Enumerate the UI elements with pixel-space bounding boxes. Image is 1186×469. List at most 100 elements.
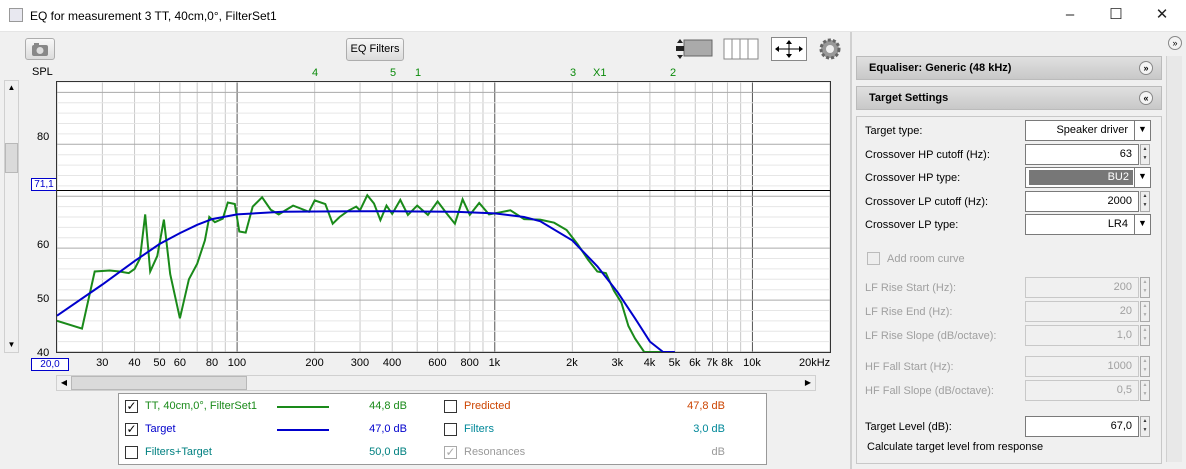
graph-height-icon[interactable] <box>674 37 714 61</box>
measurement-trace <box>56 193 668 353</box>
lf-slope-field[interactable]: 1,0 <box>1025 325 1139 346</box>
hf-slope-label: HF Fall Slope (dB/octave): <box>865 385 994 397</box>
filter-marker: X1 <box>593 67 607 79</box>
hp-cutoff-field[interactable]: 63 <box>1025 144 1139 165</box>
target-level-label: Target Level (dB): <box>865 421 952 433</box>
app-icon <box>9 8 23 22</box>
spl-axis-label: SPL <box>32 66 53 78</box>
y-tick-label: 60 <box>37 239 50 251</box>
camera-icon[interactable] <box>25 38 55 60</box>
lp-cutoff-label: Crossover LP cutoff (Hz): <box>865 196 989 208</box>
equaliser-header[interactable]: Equaliser: Generic (48 kHz) » <box>856 56 1162 80</box>
equaliser-header-label: Equaliser: Generic (48 kHz) <box>869 62 1012 74</box>
plot-svg <box>56 81 831 353</box>
hp-type-value: BU2 <box>1029 170 1133 185</box>
lf-slope-stepper[interactable]: ▲ ▼ <box>1140 325 1150 346</box>
scroll-left-icon[interactable]: ◀ <box>57 376 71 390</box>
legend-swatch-target <box>277 429 329 431</box>
scroll-right-icon[interactable]: ▶ <box>801 376 815 390</box>
window-title: EQ for measurement 3 TT, 40cm,0°, Filter… <box>30 9 277 23</box>
lf-start-field[interactable]: 200 <box>1025 277 1139 298</box>
hp-type-label: Crossover HP type: <box>865 172 961 184</box>
scroll-up-icon[interactable]: ▲ <box>5 81 18 95</box>
filter-marker: 5 <box>390 67 397 79</box>
hp-cutoff-stepper[interactable]: ▲ ▼ <box>1140 144 1150 165</box>
hscroll-thumb[interactable] <box>71 376 247 390</box>
x-tick-label: 7k <box>706 357 718 369</box>
x-tick-label: 40 <box>128 357 141 369</box>
minimize-button[interactable]: – <box>1047 0 1093 31</box>
legend-value-predicted: 47,8 dB <box>687 400 725 412</box>
hf-start-field[interactable]: 1000 <box>1025 356 1139 377</box>
hp-cutoff-label: Crossover HP cutoff (Hz): <box>865 149 990 161</box>
chevron-down-icon[interactable]: ▼ <box>1134 167 1150 188</box>
cursor-y-readout: 71,1 <box>31 178 57 191</box>
legend-panel: ✓ TT, 40cm,0°, FilterSet1 44,8 dB ✓ Targ… <box>118 393 767 465</box>
maximize-button[interactable]: ☐ <box>1093 0 1139 31</box>
lf-end-field[interactable]: 20 <box>1025 301 1139 322</box>
x-tick-label: 50 <box>153 357 166 369</box>
gear-icon[interactable] <box>818 37 842 61</box>
target-type-label: Target type: <box>865 125 923 137</box>
horizontal-scrollbar[interactable]: ◀ ▶ <box>56 375 816 391</box>
legend-checkbox-predicted[interactable] <box>444 400 457 413</box>
column-layout-icon[interactable] <box>722 37 760 61</box>
title-bar: EQ for measurement 3 TT, 40cm,0°, Filter… <box>0 0 1186 32</box>
x-tick-label: 3k <box>611 357 624 369</box>
scroll-thumb[interactable] <box>5 143 18 173</box>
lf-start-stepper[interactable]: ▲ ▼ <box>1140 277 1150 298</box>
x-tick-label: 5k <box>668 357 681 369</box>
target-level-field[interactable]: 67,0 <box>1025 416 1139 437</box>
vertical-scrollbar[interactable]: ▲ ▼ <box>4 80 19 353</box>
collapse-target-icon[interactable]: « <box>1139 91 1153 105</box>
lp-cutoff-stepper[interactable]: ▲ ▼ <box>1140 191 1150 212</box>
legend-checkbox-resonances[interactable]: ✓ <box>444 446 457 459</box>
x-tick-label: 60 <box>173 357 186 369</box>
target-settings-header[interactable]: Target Settings « <box>856 86 1162 110</box>
expand-equaliser-icon[interactable]: » <box>1139 61 1153 75</box>
lp-type-value: LR4 <box>1107 218 1128 230</box>
close-button[interactable]: ✕ <box>1139 0 1185 31</box>
x-tick-label: 600 <box>428 357 447 369</box>
target-level-stepper[interactable]: ▲ ▼ <box>1140 416 1150 437</box>
legend-checkbox-target[interactable]: ✓ <box>125 423 138 436</box>
legend-value-target: 47,0 dB <box>369 423 407 435</box>
eq-filters-button[interactable]: EQ Filters <box>346 38 404 61</box>
scroll-down-icon[interactable]: ▼ <box>5 338 18 352</box>
room-curve-checkbox[interactable] <box>867 252 880 265</box>
x-tick-label: 200 <box>305 357 324 369</box>
pan-arrows-icon[interactable] <box>771 37 807 61</box>
x-tick-label: 8k <box>721 357 733 369</box>
target-type-select[interactable]: Speaker driver ▼ <box>1025 120 1151 141</box>
x-tick-label: 20kHz <box>799 357 831 369</box>
legend-checkbox-filters[interactable] <box>444 423 457 436</box>
hf-start-stepper[interactable]: ▲ ▼ <box>1140 356 1150 377</box>
x-tick-label: 400 <box>382 357 402 369</box>
chevron-down-icon[interactable]: ▼ <box>1134 120 1150 141</box>
hp-type-select[interactable]: BU2 ▼ <box>1025 167 1151 188</box>
chevron-down-icon[interactable]: ▼ <box>1134 214 1150 235</box>
x-tick-label: 300 <box>350 357 370 369</box>
legend-value-measurement: 44,8 dB <box>369 400 407 412</box>
lp-type-label: Crossover LP type: <box>865 219 959 231</box>
lf-slope-label: LF Rise Slope (dB/octave): <box>865 330 997 342</box>
x-tick-label: 800 <box>460 357 479 369</box>
calc-target-level-link[interactable]: Calculate target level from response <box>867 441 1043 453</box>
filter-marker: 1 <box>415 67 422 79</box>
settings-scrollbar[interactable] <box>1166 56 1182 462</box>
lp-cutoff-field[interactable]: 2000 <box>1025 191 1139 212</box>
cursor-x-readout: 20,0 <box>31 358 69 371</box>
lf-end-stepper[interactable]: ▲ ▼ <box>1140 301 1150 322</box>
legend-checkbox-filters-target[interactable] <box>125 446 138 459</box>
lp-type-select[interactable]: LR4 ▼ <box>1025 214 1151 235</box>
collapse-panel-icon[interactable]: » <box>1168 36 1182 50</box>
filter-marker: 3 <box>570 67 577 79</box>
x-tick-label: 100 <box>227 357 247 369</box>
target-type-value: Speaker driver <box>1056 124 1128 136</box>
hf-slope-stepper[interactable]: ▲ ▼ <box>1140 380 1150 401</box>
frequency-response-plot[interactable] <box>56 81 831 353</box>
legend-checkbox-measurement[interactable]: ✓ <box>125 400 138 413</box>
y-tick-label: 80 <box>37 131 50 143</box>
x-tick-label: 10k <box>743 357 761 369</box>
hf-slope-field[interactable]: 0,5 <box>1025 380 1139 401</box>
